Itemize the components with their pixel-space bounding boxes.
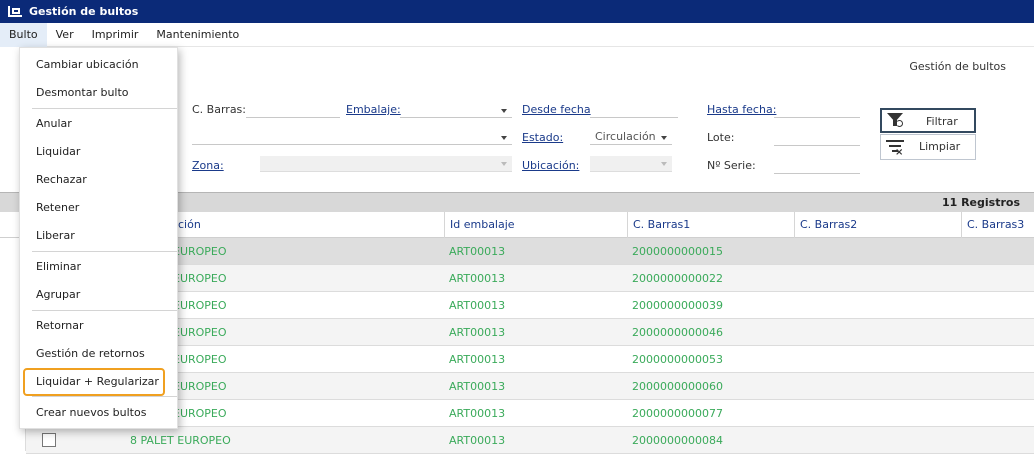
cell-id-embalaje: ART00013 [449, 245, 506, 258]
cell-cbarras1: 2000000000022 [632, 272, 723, 285]
zona-select [260, 156, 512, 172]
menu-bulto[interactable]: Bulto [0, 22, 47, 47]
cell-cbarras1: 2000000000060 [632, 380, 723, 393]
table-row[interactable]: 8 PALET EUROPEO ART00013 2000000000084 [26, 427, 1034, 454]
cell-descripcion: EUROPEO [173, 353, 227, 366]
menu-item-rechazar[interactable]: Rechazar [20, 166, 177, 194]
menu-item-cambiar-ubicacion[interactable]: Cambiar ubicación [20, 51, 177, 79]
page-title: Gestión de bultos [909, 60, 1006, 73]
menu-mantenimiento[interactable]: Mantenimiento [147, 23, 248, 47]
cell-id-embalaje: ART00013 [449, 353, 506, 366]
cell-id-embalaje: ART00013 [449, 380, 506, 393]
menu-item-liberar[interactable]: Liberar [20, 222, 177, 250]
estado-value: Circulación [595, 130, 656, 143]
menu-item-crear-nuevos-bultos[interactable]: Crear nuevos bultos [20, 399, 177, 427]
hasta-fecha-label: Hasta fecha: [707, 103, 777, 116]
menu-imprimir[interactable]: Imprimir [83, 23, 148, 47]
cbarras-input[interactable] [246, 104, 340, 118]
cell-descripcion: EUROPEO [173, 380, 227, 393]
cbarras-label: C. Barras: [192, 103, 246, 116]
lote-input[interactable] [774, 132, 860, 146]
menu-item-liquidar[interactable]: Liquidar [20, 138, 177, 166]
col-cbarras3[interactable]: C. Barras3 [961, 212, 1034, 238]
familia-select[interactable] [192, 131, 512, 145]
menu-item-anular[interactable]: Anular [20, 110, 177, 138]
menu-separator [32, 108, 177, 109]
forklift-icon [8, 6, 22, 17]
menu-item-liquidar-regularizar[interactable]: Liquidar + Regularizar [23, 368, 165, 396]
menu-separator [32, 396, 177, 397]
ubicacion-caret-icon [661, 162, 667, 166]
cell-cbarras1: 2000000000046 [632, 326, 723, 339]
desde-fecha-label: Desde fecha [522, 103, 591, 116]
menu-ver[interactable]: Ver [47, 23, 83, 47]
cell-cbarras1: 2000000000053 [632, 353, 723, 366]
menu-separator [32, 310, 177, 311]
window-title: Gestión de bultos [29, 5, 139, 18]
cell-id-embalaje: ART00013 [449, 272, 506, 285]
cell-cbarras1: 2000000000077 [632, 407, 723, 420]
embalaje-select[interactable] [400, 104, 512, 118]
col-id-embalaje[interactable]: Id embalaje [444, 212, 627, 238]
records-count: 11 Registros [941, 196, 1020, 209]
menu-item-retener[interactable]: Retener [20, 194, 177, 222]
cell-cbarras1: 2000000000039 [632, 299, 723, 312]
ubicacion-label: Ubicación: [522, 159, 580, 172]
estado-select[interactable]: Circulación [590, 130, 672, 145]
row-checkbox[interactable] [42, 433, 56, 447]
col-cbarras1[interactable]: C. Barras1 [627, 212, 794, 238]
estado-caret-icon[interactable] [661, 136, 667, 140]
filtrar-button[interactable]: Filtrar [880, 108, 976, 133]
cell-cbarras1: 2000000000084 [632, 434, 723, 447]
nserie-label: Nº Serie: [707, 159, 756, 172]
menu-item-eliminar[interactable]: Eliminar [20, 253, 177, 281]
estado-label: Estado: [522, 131, 564, 144]
embalaje-label: Embalaje: [346, 103, 401, 116]
limpiar-label: Limpiar [919, 140, 961, 153]
cell-descripcion: 8 PALET EUROPEO [130, 434, 231, 447]
menu-item-gestion-retornos[interactable]: Gestión de retornos [20, 340, 177, 368]
menu-item-agrupar[interactable]: Agrupar [20, 281, 177, 309]
cell-descripcion: EUROPEO [173, 299, 227, 312]
cell-cbarras1: 2000000000015 [632, 245, 723, 258]
menu-item-desmontar-bulto[interactable]: Desmontar bulto [20, 79, 177, 107]
familia-caret-icon[interactable] [501, 136, 507, 140]
zona-caret-icon [501, 162, 507, 166]
cell-descripcion: EUROPEO [173, 245, 227, 258]
menu-item-retornar[interactable]: Retornar [20, 312, 177, 340]
cell-descripcion: EUROPEO [173, 326, 227, 339]
cell-descripcion: EUROPEO [173, 272, 227, 285]
hasta-fecha-input[interactable] [774, 104, 860, 118]
menu-separator [32, 251, 177, 252]
menubar: Bulto Ver Imprimir Mantenimiento [0, 22, 1034, 47]
cell-id-embalaje: ART00013 [449, 407, 506, 420]
desde-fecha-input[interactable] [590, 104, 678, 118]
cell-id-embalaje: ART00013 [449, 299, 506, 312]
window-titlebar: Gestión de bultos [0, 0, 1034, 23]
col-cbarras2[interactable]: C. Barras2 [794, 212, 961, 238]
cell-id-embalaje: ART00013 [449, 326, 506, 339]
embalaje-caret-icon[interactable] [501, 109, 507, 113]
bulto-dropdown-menu: Cambiar ubicación Desmontar bulto Anular… [19, 47, 178, 429]
lote-label: Lote: [707, 131, 735, 144]
col-descripcion[interactable]: pción [166, 212, 444, 238]
zona-label: Zona: [192, 159, 224, 172]
cell-id-embalaje: ART00013 [449, 434, 506, 447]
clear-x-icon: × [895, 147, 904, 158]
nserie-input[interactable] [774, 160, 860, 174]
filter-icon [882, 110, 906, 132]
filtrar-label: Filtrar [926, 115, 958, 128]
limpiar-button[interactable]: × Limpiar [880, 134, 976, 160]
ubicacion-select [590, 156, 672, 172]
cell-descripcion: EUROPEO [173, 407, 227, 420]
